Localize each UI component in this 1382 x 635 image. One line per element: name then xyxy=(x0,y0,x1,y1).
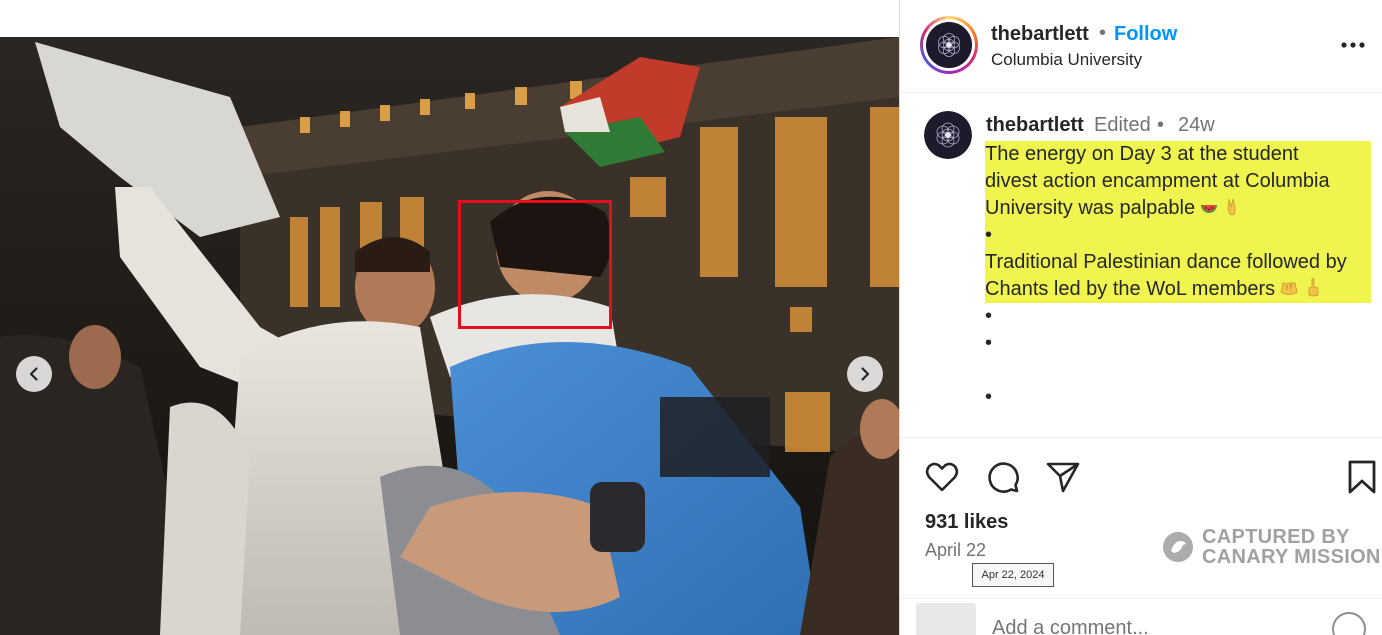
date-tooltip: Apr 22, 2024 xyxy=(972,563,1054,587)
caption-separator: • xyxy=(1157,114,1165,136)
caption-line-text: University was palpable xyxy=(985,197,1196,219)
comment-row xyxy=(900,598,1382,635)
caption-line: • xyxy=(985,332,993,354)
header-location[interactable]: Columbia University xyxy=(991,50,1142,70)
caption-text: The energy on Day 3 at the student dives… xyxy=(985,141,1371,411)
post-date[interactable]: April 22 xyxy=(925,540,986,561)
caption-edited-label: Edited xyxy=(1094,114,1151,136)
avatar-story-ring[interactable] xyxy=(920,16,978,74)
caption-username[interactable]: thebartlett xyxy=(986,114,1084,137)
follow-button[interactable]: Follow xyxy=(1114,23,1177,46)
geometric-pattern-icon xyxy=(926,22,972,68)
header-separator: • xyxy=(1099,22,1107,44)
post-side-panel: thebartlett • Follow Columbia University… xyxy=(899,0,1382,635)
caption-line xyxy=(985,357,1371,384)
heart-icon[interactable] xyxy=(924,459,960,495)
victory-hand-emoji-icon xyxy=(1227,198,1236,216)
caption-highlight: The energy on Day 3 at the student dives… xyxy=(985,141,1371,303)
emoji-picker-icon[interactable] xyxy=(1332,612,1366,635)
actions-divider xyxy=(900,437,1382,438)
post-header: thebartlett • Follow Columbia University xyxy=(900,0,1382,93)
chevron-right-icon xyxy=(861,367,870,381)
post-photo[interactable] xyxy=(0,37,899,635)
caption-line: • xyxy=(985,386,993,408)
canary-mission-watermark: CAPTURED BY CANARY MISSION xyxy=(1162,527,1381,567)
pointing-up-emoji-icon xyxy=(1308,278,1319,297)
avatar xyxy=(926,22,972,68)
caption-line: • xyxy=(985,305,993,327)
more-horizontal-icon[interactable] xyxy=(1340,40,1366,50)
caption-line-text: Chants led by the WoL members xyxy=(985,278,1276,300)
annotation-highlight-box xyxy=(458,200,612,329)
caption-line: Chants led by the WoL members xyxy=(985,276,1371,303)
post-media xyxy=(0,0,899,635)
next-photo-button[interactable] xyxy=(847,356,883,392)
canary-bird-icon xyxy=(1163,532,1193,562)
comment-avatar xyxy=(916,603,976,635)
raising-hands-emoji-icon xyxy=(1280,282,1298,295)
comment-input[interactable] xyxy=(992,617,1292,635)
protest-photo-image xyxy=(0,37,899,635)
watermark-line-1: CAPTURED BY xyxy=(1202,526,1350,548)
caption-line: The energy on Day 3 at the student xyxy=(985,143,1299,165)
likes-count[interactable]: 931 likes xyxy=(925,511,1008,534)
bookmark-icon[interactable] xyxy=(1344,459,1380,495)
watermelon-emoji-icon xyxy=(1201,205,1218,213)
chevron-left-icon xyxy=(29,367,38,381)
geometric-pattern-icon xyxy=(924,111,972,159)
comment-icon[interactable] xyxy=(985,459,1021,495)
previous-photo-button[interactable] xyxy=(16,356,52,392)
caption-timestamp[interactable]: 24w xyxy=(1178,114,1215,137)
caption-line: divest action encampment at Columbia xyxy=(985,170,1330,192)
caption-avatar[interactable] xyxy=(924,111,972,159)
watermark-line-2: CANARY MISSION xyxy=(1202,546,1381,568)
caption-line: University was palpable xyxy=(985,195,1371,222)
send-icon[interactable] xyxy=(1045,459,1081,495)
caption-line: • xyxy=(985,224,993,246)
caption-line: Traditional Palestinian dance followed b… xyxy=(985,251,1347,273)
header-username[interactable]: thebartlett xyxy=(991,23,1089,46)
